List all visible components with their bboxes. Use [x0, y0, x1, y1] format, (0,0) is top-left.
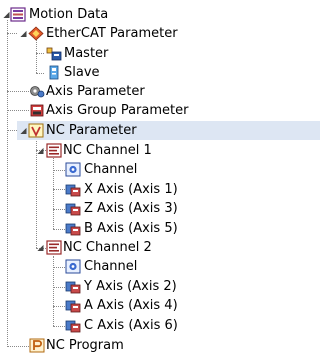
tree-node-z-axis[interactable]: Z Axis (Axis 3): [0, 199, 320, 218]
tree-node-axis-parameter[interactable]: Axis Parameter: [0, 82, 320, 101]
tree-node-label: Y Axis (Axis 2): [84, 279, 177, 294]
nc-program-icon: [29, 338, 45, 353]
axis-item-icon: [65, 318, 81, 333]
motion-data-icon: [10, 7, 26, 22]
tree-node-nc-channel-2[interactable]: ◢ NC Channel 2: [0, 238, 320, 257]
tree-node-label: C Axis (Axis 6): [84, 318, 178, 333]
axis-item-icon: [65, 298, 81, 313]
tree-node-label: Slave: [64, 65, 100, 80]
collapse-toggle-icon[interactable]: ◢: [36, 243, 45, 252]
tree-node-c-axis[interactable]: C Axis (Axis 6): [0, 316, 320, 335]
tree-node-nc-parameter[interactable]: ◢ NC Parameter: [17, 121, 320, 140]
nc-channel-icon: [46, 240, 62, 255]
tree-line: [7, 130, 17, 131]
tree-node-x-axis[interactable]: X Axis (Axis 1): [0, 180, 320, 199]
tree-node-label: NC Channel 1: [63, 143, 152, 158]
project-tree: ◢ Motion Data ◢ EtherCAT Parameter Maste…: [0, 0, 320, 355]
tree-node-label: NC Program: [46, 338, 124, 353]
tree-node-label: Channel: [84, 259, 138, 274]
tree-node-channel[interactable]: Channel: [0, 160, 320, 179]
tree-node-b-axis[interactable]: B Axis (Axis 5): [0, 219, 320, 238]
slave-icon: [46, 65, 62, 80]
tree-node-nc-program[interactable]: NC Program: [0, 336, 320, 355]
tree-node-label: EtherCAT Parameter: [46, 26, 178, 41]
collapse-toggle-icon[interactable]: ◢: [19, 126, 28, 135]
tree-node-label: A Axis (Axis 4): [84, 298, 178, 313]
tree-node-label: Channel: [84, 162, 138, 177]
channel-icon: [65, 259, 81, 274]
axis-parameter-icon: [29, 84, 45, 99]
tree-node-slave[interactable]: Slave: [0, 63, 320, 82]
axis-item-icon: [65, 201, 81, 216]
tree-node-ethercat-parameter[interactable]: ◢ EtherCAT Parameter: [0, 24, 320, 43]
tree-node-label: Motion Data: [29, 7, 109, 22]
collapse-toggle-icon[interactable]: ◢: [36, 146, 45, 155]
tree-node-a-axis[interactable]: A Axis (Axis 4): [0, 296, 320, 315]
tree-node-axis-group-parameter[interactable]: Axis Group Parameter: [0, 101, 320, 120]
axis-item-icon: [65, 182, 81, 197]
axis-item-icon: [65, 279, 81, 294]
tree-node-label: X Axis (Axis 1): [84, 182, 178, 197]
tree-node-label: Master: [64, 46, 109, 61]
tree-node-y-axis[interactable]: Y Axis (Axis 2): [0, 277, 320, 296]
tree-node-label: NC Parameter: [46, 123, 137, 138]
tree-node-nc-channel-1[interactable]: ◢ NC Channel 1: [0, 141, 320, 160]
tree-node-channel[interactable]: Channel: [0, 257, 320, 276]
tree-node-master[interactable]: Master: [0, 44, 320, 63]
tree-node-label: NC Channel 2: [63, 240, 152, 255]
tree-node-label: B Axis (Axis 5): [84, 221, 178, 236]
tree-node-label: Axis Group Parameter: [46, 103, 189, 118]
ethercat-icon: [28, 26, 44, 41]
channel-icon: [65, 162, 81, 177]
collapse-toggle-icon[interactable]: ◢: [19, 29, 28, 38]
axis-group-icon: [29, 103, 45, 118]
tree-node-motion-data[interactable]: ◢ Motion Data: [0, 5, 320, 24]
tree-node-label: Z Axis (Axis 3): [84, 201, 178, 216]
nc-channel-icon: [46, 143, 62, 158]
master-icon: [46, 46, 62, 61]
axis-item-icon: [65, 221, 81, 236]
tree-node-label: Axis Parameter: [46, 84, 145, 99]
nc-parameter-icon: [28, 123, 44, 138]
